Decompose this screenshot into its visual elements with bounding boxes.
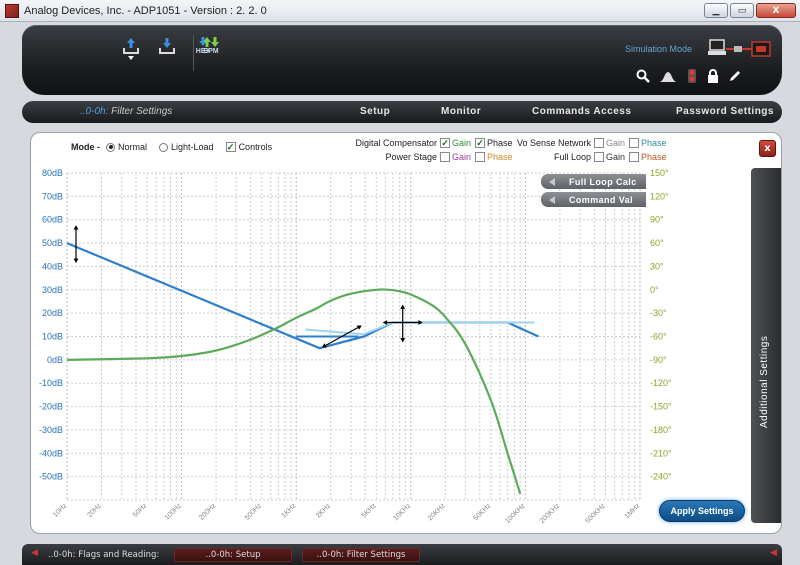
bode-plot[interactable]: 80dB 70dB 60dB 50dB 40dB 30dB 20dB 10dB 0dB -10dB…: [0, 0, 800, 565]
y-right-tick-label: -210°: [650, 448, 672, 458]
x-tick-label: 10KHz: [392, 502, 412, 522]
bottom-tab-filter-settings[interactable]: ..0-0h: Filter Settings: [302, 548, 420, 562]
bottom-tab-setup[interactable]: ..0-0h: Setup: [174, 548, 292, 562]
y-left-tick-label: -50dB: [39, 472, 63, 482]
y-right-tick-label: -30°: [650, 308, 667, 318]
bottom-right-arrow[interactable]: ◀: [770, 548, 777, 558]
app-window: Analog Devices, Inc. - ADP1051 - Version…: [0, 0, 800, 565]
x-tick-label: 1KHz: [281, 502, 298, 519]
full-loop-calc-label: Full Loop Calc: [569, 176, 637, 187]
y-right-tick-label: 150°: [650, 168, 669, 178]
y-left-tick-label: 0dB: [47, 355, 63, 365]
apply-settings-button[interactable]: Apply Settings: [659, 500, 745, 522]
y-right-tick-label: -90°: [650, 355, 667, 365]
full-loop-calc-button[interactable]: Full Loop Calc: [541, 174, 646, 189]
y-left-tick-label: 30dB: [42, 285, 63, 295]
additional-settings-label: Additional Settings: [759, 335, 770, 428]
y-right-tick-label: -120°: [650, 378, 672, 388]
y-left-tick-label: 60dB: [42, 215, 63, 225]
y-left-tick-label: 40dB: [42, 261, 63, 271]
arrow-left-icon: [549, 178, 555, 186]
y-left-tick-label: 10dB: [42, 332, 63, 342]
y-right-tick-label: -150°: [650, 402, 672, 412]
x-tick-label: 50KHz: [473, 502, 493, 522]
y-left-tick-label: -30dB: [39, 425, 63, 435]
y-right-tick-label: -60°: [650, 332, 667, 342]
x-tick-label: 20KHz: [427, 502, 447, 522]
x-tick-label: 500KHz: [584, 502, 607, 525]
y-left-tick-label: 20dB: [42, 308, 63, 318]
command-val-label: Command Val: [569, 194, 633, 205]
x-tick-label: 10Hz: [52, 502, 69, 519]
y-left-tick-label: -10dB: [39, 378, 63, 388]
y-left-tick-label: 70dB: [42, 191, 63, 201]
y-left-tick-label: 80dB: [42, 168, 63, 178]
x-tick-label: 5KHz: [361, 502, 378, 519]
y-left-tick-label: -40dB: [39, 448, 63, 458]
x-tick-label: 50Hz: [132, 502, 149, 519]
bottom-status-bar: ◀ ..0-0h: Flags and Reading: ..0-0h: Set…: [22, 544, 782, 565]
x-tick-label: 200KHz: [539, 502, 562, 525]
y-right-tick-label: 120°: [650, 191, 669, 201]
y-left-tick-label: -20dB: [39, 402, 63, 412]
x-tick-label: 200Hz: [198, 502, 218, 522]
x-tick-label: 2KHz: [315, 502, 332, 519]
bottom-left-arrow[interactable]: ◀: [31, 548, 38, 558]
bottom-tab-flags[interactable]: ..0-0h: Flags and Reading:: [40, 548, 167, 562]
arrow-left-icon: [549, 196, 555, 204]
y-right-tick-label: 30°: [650, 261, 664, 271]
x-tick-label: 100KHz: [504, 502, 527, 525]
y-right-tick-label: -180°: [650, 425, 672, 435]
x-tick-label: 500Hz: [244, 502, 264, 522]
x-tick-label: 20Hz: [86, 502, 103, 519]
x-tick-label: 1MHz: [624, 502, 642, 520]
y-right-tick-label: 60°: [650, 238, 664, 248]
command-val-button[interactable]: Command Val: [541, 192, 646, 207]
x-tick-label: 100Hz: [164, 502, 184, 522]
y-left-tick-label: 50dB: [42, 238, 63, 248]
additional-settings-tab[interactable]: Additional Settings: [751, 168, 781, 523]
y-right-tick-label: -240°: [650, 472, 672, 482]
y-right-tick-label: 0°: [650, 285, 659, 295]
y-right-tick-label: 90°: [650, 215, 664, 225]
